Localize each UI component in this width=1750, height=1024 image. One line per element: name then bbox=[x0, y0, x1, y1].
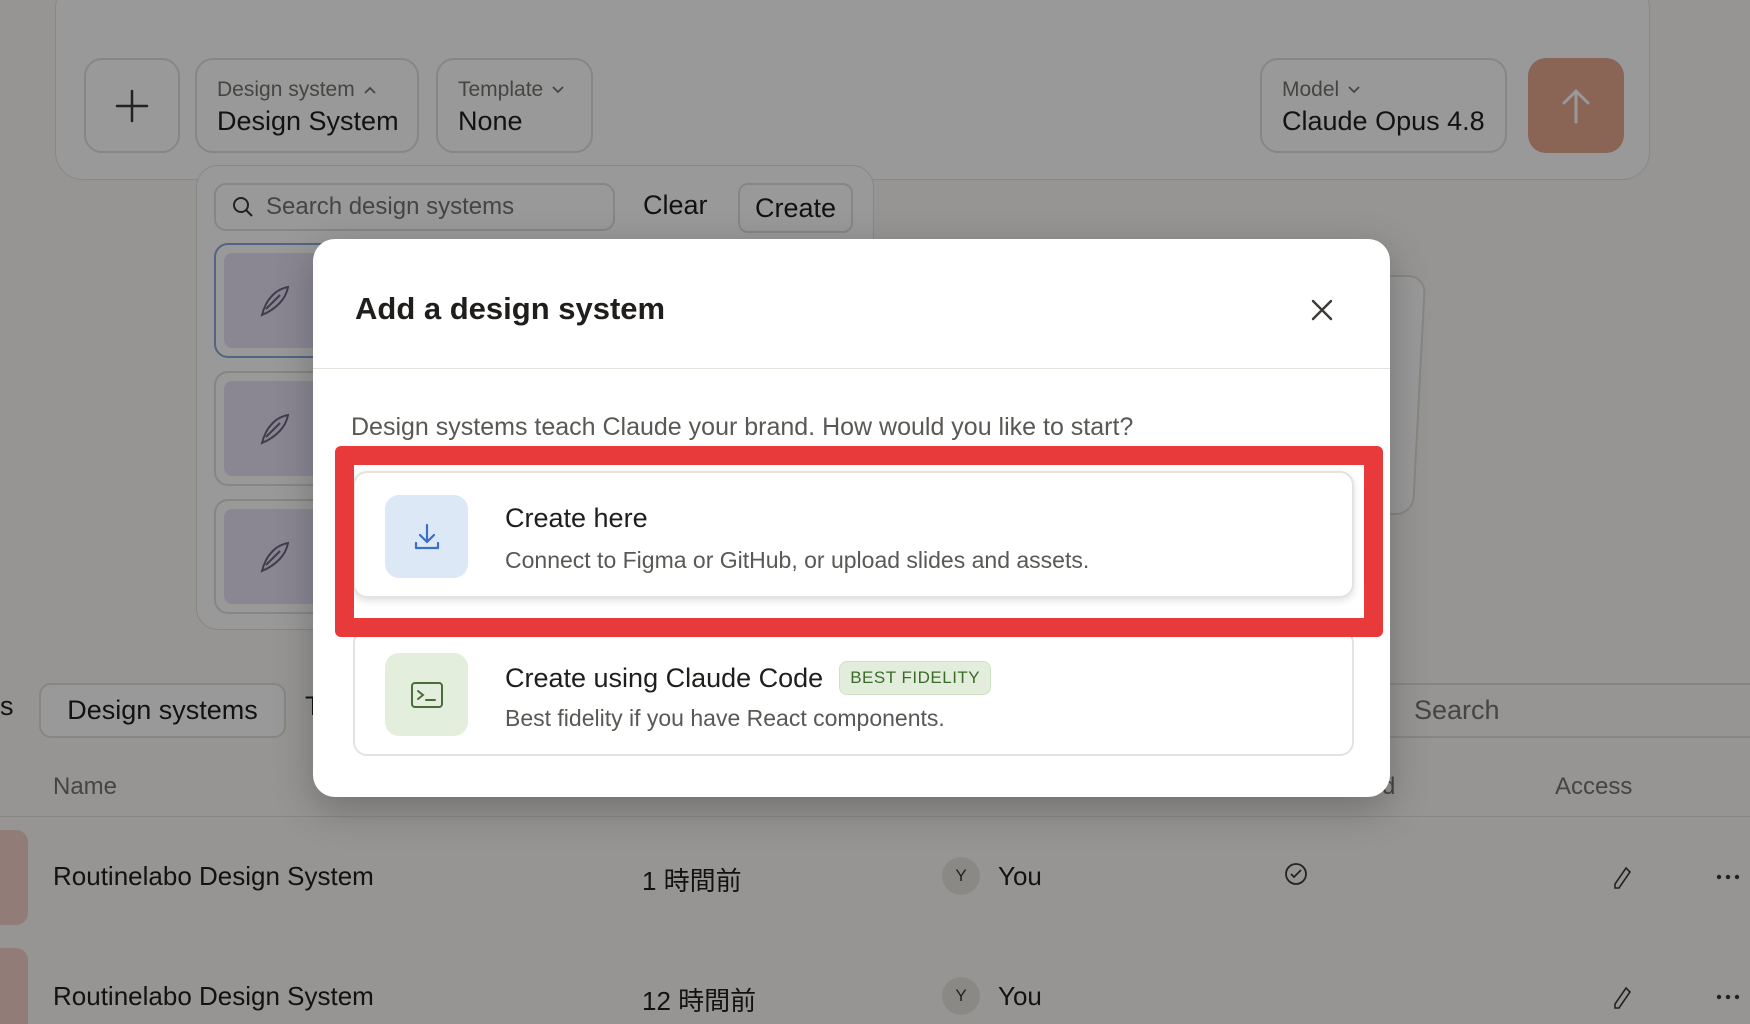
close-icon bbox=[1311, 299, 1333, 321]
option-title: Create using Claude Code BEST FIDELITY bbox=[505, 661, 992, 695]
terminal-icon bbox=[385, 653, 468, 736]
modal-title: Add a design system bbox=[355, 291, 666, 326]
best-fidelity-badge: BEST FIDELITY bbox=[839, 661, 992, 695]
close-button[interactable] bbox=[1293, 281, 1351, 339]
modal-divider bbox=[313, 368, 1390, 369]
modal-description: Design systems teach Claude your brand. … bbox=[351, 413, 1134, 441]
create-using-claude-code-option[interactable]: Create using Claude Code BEST FIDELITY B… bbox=[353, 629, 1354, 756]
highlight-box bbox=[335, 446, 1383, 637]
option-title-text: Create using Claude Code bbox=[505, 662, 824, 693]
option-subtitle: Best fidelity if you have React componen… bbox=[505, 705, 945, 731]
